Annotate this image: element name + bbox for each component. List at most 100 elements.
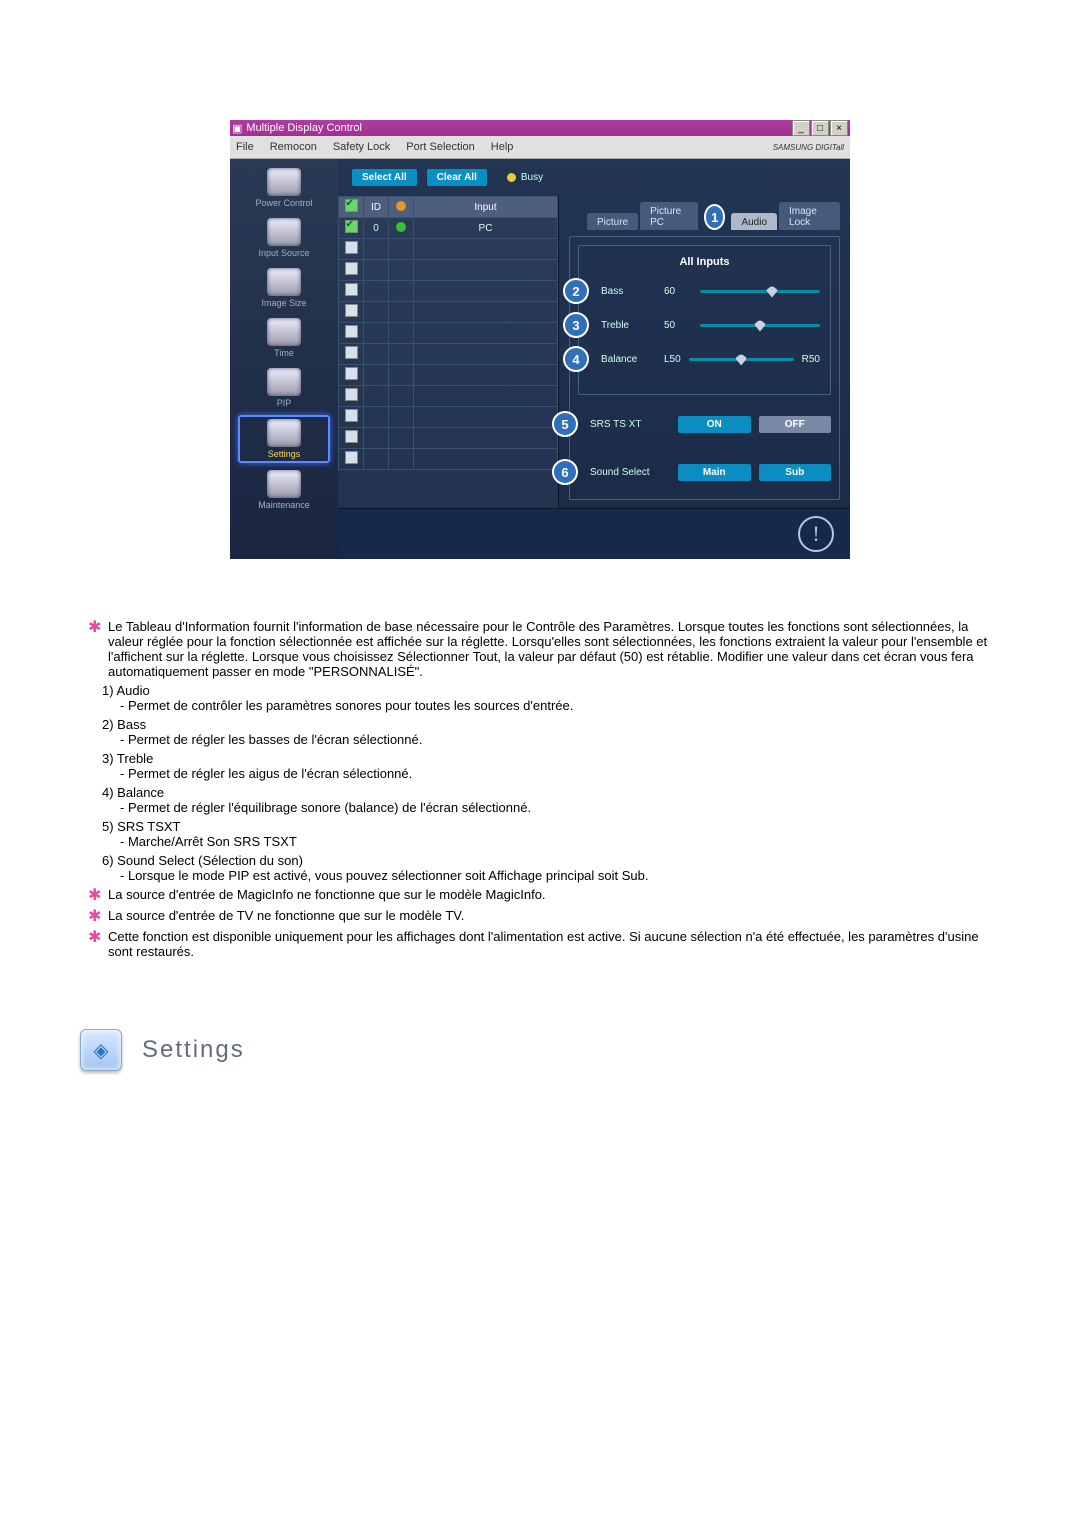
app-window: ▣ Multiple Display Control _ □ × File Re… xyxy=(230,120,850,559)
table-row[interactable] xyxy=(339,302,558,323)
tab-audio[interactable]: Audio xyxy=(731,213,777,230)
bass-slider[interactable] xyxy=(700,290,820,293)
brand-logo: SAMSUNG DIGITall xyxy=(773,143,844,152)
row-checkbox[interactable] xyxy=(345,451,358,464)
table-row[interactable] xyxy=(339,239,558,260)
sidebar-item-settings[interactable]: Settings xyxy=(238,415,330,463)
maintenance-icon xyxy=(267,470,301,498)
cell-input: PC xyxy=(414,218,558,239)
menu-safety-lock[interactable]: Safety Lock xyxy=(333,141,390,153)
sidebar-item-input-source[interactable]: Input Source xyxy=(239,215,329,261)
status-bar: ! xyxy=(338,508,850,559)
sound-sub-button[interactable]: Sub xyxy=(759,464,832,481)
sidebar-item-power-control[interactable]: Power Control xyxy=(239,165,329,211)
callout-1: 1 xyxy=(704,204,725,230)
row-checkbox[interactable] xyxy=(345,430,358,443)
image-size-icon xyxy=(267,268,301,296)
balance-label: Balance xyxy=(601,354,656,365)
display-table: ID Input 0 PC xyxy=(338,196,559,508)
table-row[interactable] xyxy=(339,428,558,449)
bass-label: Bass xyxy=(601,286,656,297)
cell-id: 0 xyxy=(364,218,389,239)
balance-slider[interactable] xyxy=(689,358,794,361)
header-checkbox[interactable] xyxy=(345,199,358,212)
input-source-icon xyxy=(267,218,301,246)
note-text: La source d'entrée de MagicInfo ne fonct… xyxy=(108,887,992,905)
select-all-button[interactable]: Select All xyxy=(352,169,417,186)
srs-on-button[interactable]: ON xyxy=(678,416,751,433)
row-checkbox[interactable] xyxy=(345,283,358,296)
row-checkbox[interactable] xyxy=(345,388,358,401)
sidebar-item-time[interactable]: Time xyxy=(239,315,329,361)
tab-image-lock[interactable]: Image Lock xyxy=(779,202,840,230)
col-input[interactable]: Input xyxy=(414,197,558,218)
row-checkbox[interactable] xyxy=(345,220,358,233)
srs-off-button[interactable]: OFF xyxy=(759,416,832,433)
sidebar-item-maintenance[interactable]: Maintenance xyxy=(239,467,329,513)
row-checkbox[interactable] xyxy=(345,346,358,359)
star-icon: ✱ xyxy=(88,908,102,926)
callout-6: 6 xyxy=(552,459,578,485)
note-text: Le Tableau d'Information fournit l'infor… xyxy=(108,619,992,679)
table-row[interactable] xyxy=(339,449,558,470)
table-row[interactable] xyxy=(339,365,558,386)
sidebar-label: Maintenance xyxy=(258,500,310,510)
row-checkbox[interactable] xyxy=(345,325,358,338)
menu-remocon[interactable]: Remocon xyxy=(270,141,317,153)
tab-picture-pc[interactable]: Picture PC xyxy=(640,202,698,230)
sound-main-button[interactable]: Main xyxy=(678,464,751,481)
time-icon xyxy=(267,318,301,346)
callout-3: 3 xyxy=(563,312,589,338)
power-icon xyxy=(267,168,301,196)
balance-right: R50 xyxy=(802,354,820,365)
table-row[interactable]: 0 PC xyxy=(339,218,558,239)
star-icon: ✱ xyxy=(88,619,102,679)
table-row[interactable] xyxy=(339,386,558,407)
clear-all-button[interactable]: Clear All xyxy=(427,169,487,186)
sidebar-item-pip[interactable]: PIP xyxy=(239,365,329,411)
callout-5: 5 xyxy=(552,411,578,437)
star-icon: ✱ xyxy=(88,929,102,959)
row-checkbox[interactable] xyxy=(345,367,358,380)
callout-2: 2 xyxy=(563,278,589,304)
list-item: 6) Sound Select (Sélection du son)- Lors… xyxy=(102,853,992,883)
list-item: 1) Audio- Permet de contrôler les paramè… xyxy=(102,683,992,713)
close-button[interactable]: × xyxy=(830,120,848,136)
table-row[interactable] xyxy=(339,344,558,365)
table-row[interactable] xyxy=(339,407,558,428)
row-checkbox[interactable] xyxy=(345,262,358,275)
sidebar: Power Control Input Source Image Size Ti… xyxy=(230,159,338,559)
busy-label: Busy xyxy=(521,172,543,183)
app-icon: ▣ xyxy=(232,122,242,135)
row-checkbox[interactable] xyxy=(345,241,358,254)
bass-value: 60 xyxy=(664,286,692,297)
sound-select-label: Sound Select xyxy=(590,467,670,478)
treble-slider[interactable] xyxy=(700,324,820,327)
callout-4: 4 xyxy=(563,346,589,372)
maximize-button[interactable]: □ xyxy=(811,120,829,136)
sidebar-label: PIP xyxy=(277,398,292,408)
settings-section-icon: ◈ xyxy=(80,1029,122,1071)
warning-icon: ! xyxy=(798,516,834,552)
list-item: 2) Bass- Permet de régler les basses de … xyxy=(102,717,992,747)
menu-file[interactable]: File xyxy=(236,141,254,153)
minimize-button[interactable]: _ xyxy=(792,120,810,136)
tab-picture[interactable]: Picture xyxy=(587,213,638,230)
sidebar-item-image-size[interactable]: Image Size xyxy=(239,265,329,311)
note-text: La source d'entrée de TV ne fonctionne q… xyxy=(108,908,992,926)
all-inputs-label: All Inputs xyxy=(589,256,820,268)
list-item: 5) SRS TSXT- Marche/Arrêt Son SRS TSXT xyxy=(102,819,992,849)
status-ok-icon xyxy=(396,222,406,232)
sidebar-label: Input Source xyxy=(258,248,309,258)
menu-help[interactable]: Help xyxy=(491,141,514,153)
col-id[interactable]: ID xyxy=(364,197,389,218)
row-checkbox[interactable] xyxy=(345,304,358,317)
table-row[interactable] xyxy=(339,260,558,281)
list-item: 3) Treble- Permet de régler les aigus de… xyxy=(102,751,992,781)
sidebar-label: Settings xyxy=(268,449,301,459)
menubar: File Remocon Safety Lock Port Selection … xyxy=(230,136,850,159)
table-row[interactable] xyxy=(339,323,558,344)
menu-port-selection[interactable]: Port Selection xyxy=(406,141,474,153)
row-checkbox[interactable] xyxy=(345,409,358,422)
table-row[interactable] xyxy=(339,281,558,302)
